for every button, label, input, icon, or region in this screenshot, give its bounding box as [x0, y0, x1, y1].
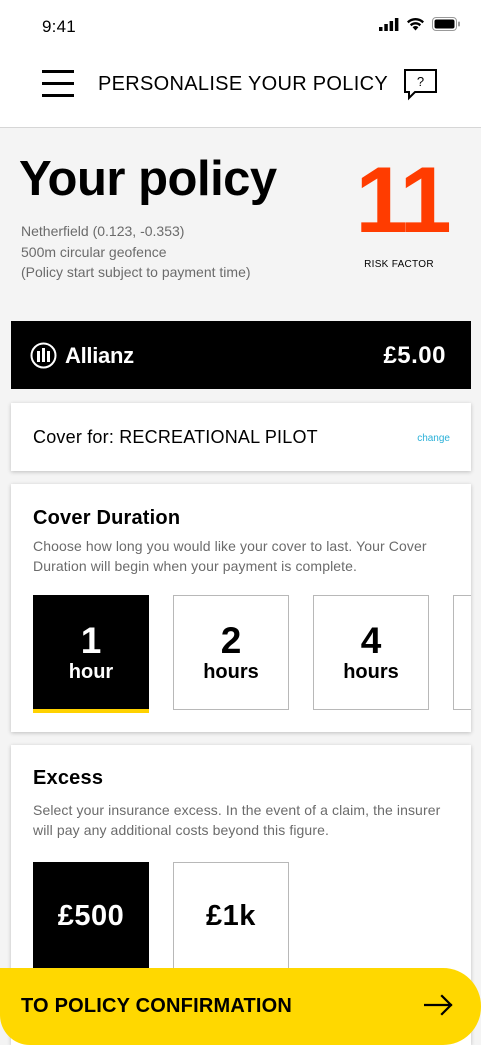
excess-option-value: £500 — [57, 900, 125, 932]
duration-option-unit: hours — [203, 661, 259, 683]
cover-duration-card: Cover Duration Choose how long you would… — [11, 484, 471, 732]
signal-icon — [379, 17, 399, 31]
policy-title: Your policy — [19, 152, 277, 206]
duration-option-1-hour[interactable]: 1 hour — [33, 595, 149, 713]
policy-geofence: 500m circular geofence — [21, 243, 167, 260]
duration-option-unit: hours — [343, 661, 399, 683]
page-title: PERSONALISE YOUR POLICY — [98, 73, 388, 95]
insurer-name: Allianz — [65, 342, 134, 368]
policy-note: (Policy start subject to payment time) — [21, 264, 251, 280]
help-button[interactable]: ? — [403, 68, 439, 102]
help-chat-icon: ? — [404, 69, 437, 101]
excess-options: £500 £1k — [33, 862, 289, 980]
insurer-price: £5.00 — [383, 342, 446, 369]
allianz-logo-icon — [30, 342, 57, 369]
battery-icon — [432, 17, 460, 31]
policy-summary: Your policy Netherfield (0.123, -0.353) … — [0, 129, 481, 309]
duration-option-value: 1 — [80, 620, 102, 661]
policy-confirmation-button[interactable]: TO POLICY CONFIRMATION — [0, 968, 481, 1045]
arrow-right-icon — [424, 994, 453, 1016]
excess-option-value: £1k — [206, 900, 256, 932]
menu-button[interactable] — [42, 70, 74, 98]
duration-options: 1 hour 2 hours 4 hours — [33, 595, 471, 713]
status-icons — [379, 17, 461, 31]
status-bar: 9:41 — [0, 0, 481, 54]
duration-option-value: 2 — [220, 620, 242, 661]
cover-for-card: Cover for: RECREATIONAL PILOT change — [11, 403, 471, 471]
cover-duration-description: Choose how long you would like your cove… — [33, 538, 427, 574]
cta-label: TO POLICY CONFIRMATION — [21, 995, 293, 1017]
policy-details: Netherfield (0.123, -0.353) 500m circula… — [21, 221, 251, 283]
insurer-quote: Allianz £5.00 — [11, 321, 471, 389]
risk-factor-label: RISK FACTOR — [364, 259, 434, 270]
nav-bar: PERSONALISE YOUR POLICY ? — [0, 54, 481, 128]
excess-title: Excess — [33, 767, 104, 789]
hamburger-icon — [42, 70, 74, 73]
duration-option-value: 4 — [360, 620, 382, 661]
insurer-logo: Allianz — [30, 342, 134, 369]
change-cover-link[interactable]: change — [417, 433, 450, 444]
duration-option-unit: hour — [68, 661, 114, 683]
wifi-icon — [407, 17, 424, 31]
excess-option-1k[interactable]: £1k — [173, 862, 289, 977]
cover-duration-title: Cover Duration — [33, 507, 181, 529]
excess-option-500[interactable]: £500 — [33, 862, 149, 980]
duration-option-4-hours[interactable]: 4 hours — [313, 595, 429, 710]
cover-for-text: Cover for: RECREATIONAL PILOT — [33, 427, 318, 447]
status-time: 9:41 — [42, 17, 76, 36]
policy-location: Netherfield (0.123, -0.353) — [21, 223, 185, 239]
excess-description: Select your insurance excess. In the eve… — [33, 802, 441, 838]
duration-option-more[interactable] — [453, 595, 471, 710]
risk-factor-value: 11 — [355, 147, 451, 252]
help-icon-text: ? — [417, 74, 424, 89]
duration-option-2-hours[interactable]: 2 hours — [173, 595, 289, 710]
